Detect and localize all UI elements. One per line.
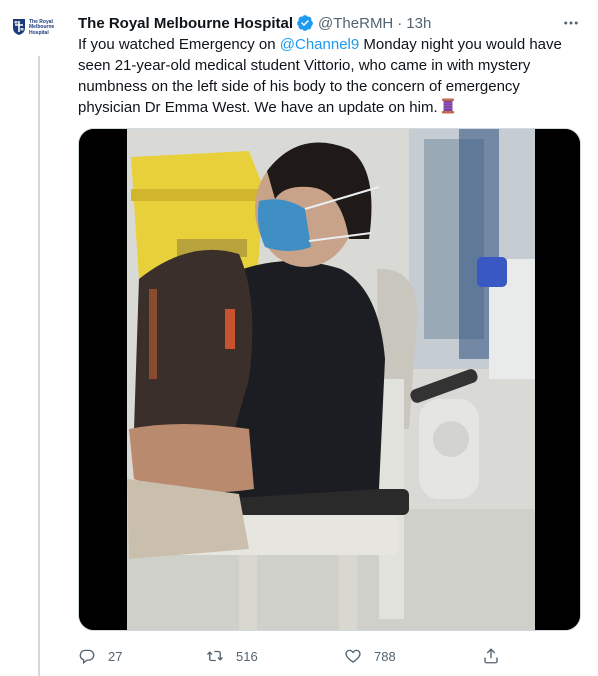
separator-dot: · [397,14,403,32]
verified-badge-icon [297,15,313,31]
reply-icon [79,649,95,665]
reply-count: 27 [108,648,123,664]
tweet-header: The Royal Melbourne Hospital @TheRMH · 1… [78,12,582,34]
retweet-icon [207,650,223,662]
display-name[interactable]: The Royal Melbourne Hospital [78,15,293,32]
reply-button[interactable]: 27 [78,643,122,669]
avatar-logo-text: The Royal Melbourne Hospital [29,19,55,36]
timestamp[interactable]: 13h [406,15,431,32]
video-media[interactable] [78,128,581,631]
more-options-button[interactable] [560,12,582,34]
like-count: 788 [374,648,396,664]
heart-icon [345,649,361,663]
like-button[interactable]: 788 [344,643,396,669]
tweet-actions: 27 516 788 [78,643,508,669]
tweet-text: If you watched Emergency on @Channel9 Mo… [78,34,586,118]
hospital-shield-icon [13,19,25,35]
tweet-card[interactable]: The Royal Melbourne Hospital The Royal M… [0,0,598,676]
avatar[interactable]: The Royal Melbourne Hospital [12,18,62,52]
tweet-text-part-1: If you watched Emergency on [78,36,280,53]
handle[interactable]: @TheRMH [318,15,393,32]
spool-of-thread-icon [441,98,454,114]
thread-line [38,56,40,676]
share-icon [484,648,498,664]
more-dots-icon [564,21,578,25]
retweet-button[interactable]: 516 [206,643,258,669]
retweet-count: 516 [236,648,258,664]
video-frame-image [79,129,580,630]
share-button[interactable] [482,643,500,669]
mention-link[interactable]: @Channel9 [280,36,359,53]
